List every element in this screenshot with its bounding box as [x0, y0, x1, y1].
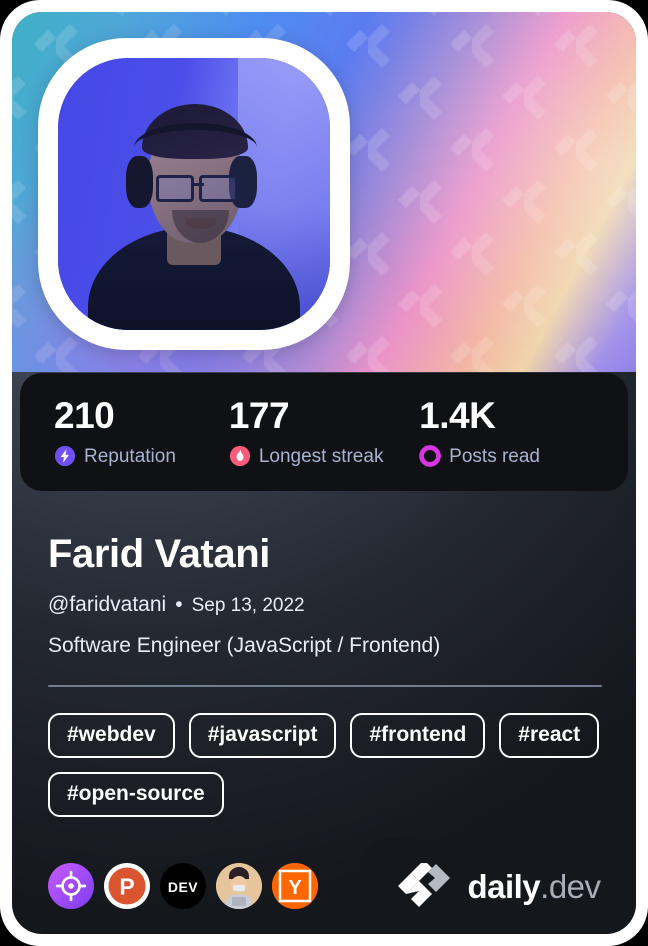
- hacker-news-source[interactable]: Y: [272, 863, 318, 909]
- tag-chip[interactable]: #open-source: [48, 771, 224, 817]
- svg-text:P: P: [119, 874, 134, 900]
- stats-panel: 210 Reputation 177 Longest streak 1.4K P…: [20, 373, 628, 491]
- profile-job-title: Software Engineer (JavaScript / Frontend…: [48, 633, 441, 657]
- hacker-news-icon: Y: [272, 863, 318, 909]
- tag-chip[interactable]: #webdev: [48, 712, 175, 758]
- tag-list: #webdev #javascript #frontend #react #op…: [48, 712, 600, 817]
- tag-chip[interactable]: #javascript: [188, 712, 337, 758]
- reputation-bolt-icon: [54, 445, 76, 467]
- top-sources-list: P DEV Y: [12, 863, 318, 909]
- section-divider: [48, 684, 602, 687]
- target-icon: [55, 870, 87, 902]
- stat-posts-read-value: 1.4K: [419, 395, 496, 436]
- posts-read-ring-icon: [419, 445, 441, 467]
- profile-joined-date: Sep 13, 2022: [191, 595, 305, 616]
- avatar: [38, 38, 350, 350]
- dev-to-source[interactable]: DEV: [160, 863, 206, 909]
- profile-handle: @faridvatani: [48, 593, 167, 616]
- daily-dev-wordmark: daily.dev: [467, 867, 601, 905]
- stat-posts-read-label: Posts read: [449, 445, 540, 467]
- tag-chip[interactable]: #react: [499, 712, 600, 758]
- svg-text:DEV: DEV: [168, 879, 198, 895]
- daily-dev-mark-icon: [398, 863, 451, 907]
- stat-longest-streak-label: Longest streak: [258, 445, 384, 467]
- stat-longest-streak-value: 177: [228, 395, 290, 436]
- streak-flame-icon: [229, 445, 250, 467]
- devsquad-source[interactable]: [216, 863, 262, 909]
- stat-longest-streak: 177 Longest streak: [229, 397, 419, 467]
- stat-reputation: 210 Reputation: [54, 397, 229, 467]
- target-source[interactable]: [48, 863, 94, 909]
- stat-reputation-label: Reputation: [84, 445, 176, 467]
- devsquad-avatar-icon: [216, 863, 262, 909]
- stat-posts-read: 1.4K Posts read: [419, 397, 594, 467]
- brand-name: daily: [467, 867, 541, 905]
- brand-suffix: .dev: [540, 867, 601, 905]
- dev-to-icon: DEV: [168, 879, 198, 895]
- profile-name: Farid Vatani: [48, 532, 270, 576]
- dev-card[interactable]: 210 Reputation 177 Longest streak 1.4K P…: [0, 0, 648, 946]
- daily-dev-logo-badge: daily.dev: [360, 838, 636, 934]
- card-footer: P DEV Y daily.dev: [12, 838, 636, 934]
- tag-chip[interactable]: #frontend: [350, 712, 486, 758]
- avatar-image: [58, 58, 330, 330]
- meta-separator: •: [175, 593, 183, 616]
- profile-meta: @faridvatani • Sep 13, 2022: [48, 593, 600, 617]
- product-hunt-icon: P: [108, 867, 146, 905]
- dev-card-inner: 210 Reputation 177 Longest streak 1.4K P…: [12, 12, 636, 934]
- product-hunt-source[interactable]: P: [104, 863, 150, 909]
- svg-text:Y: Y: [288, 877, 302, 899]
- stat-reputation-value: 210: [54, 395, 115, 436]
